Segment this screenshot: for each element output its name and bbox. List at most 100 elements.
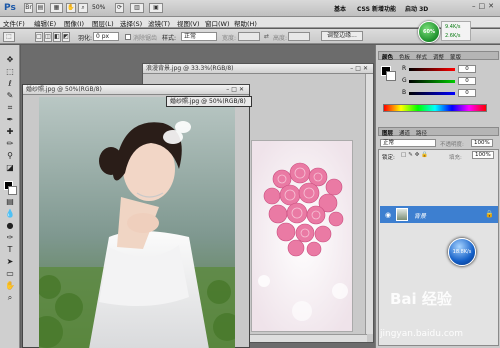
- height-label: 高度:: [273, 35, 288, 42]
- background-document-window-controls[interactable]: –□✕: [350, 65, 370, 72]
- workspace-essentials[interactable]: 基本: [334, 4, 346, 13]
- window-controls[interactable]: –□✕: [472, 2, 497, 10]
- height-input[interactable]: [288, 32, 310, 41]
- refine-edge-button[interactable]: 调整边缘...: [321, 31, 363, 41]
- vertical-scrollbar[interactable]: [365, 74, 373, 334]
- tab-paths[interactable]: 路径: [416, 129, 427, 137]
- opacity-label: 不透明度:: [440, 142, 464, 148]
- quick-select-tool-icon[interactable]: ✎: [3, 91, 17, 101]
- dodge-tool-icon[interactable]: ●: [3, 221, 17, 231]
- menu-filter[interactable]: 滤镜(T): [148, 18, 170, 28]
- eyedropper-tool-icon[interactable]: ✒: [3, 115, 17, 125]
- wedding-photo-document-window[interactable]: 婚纱照.jpg @ 50%(RGB/8) –□✕: [22, 84, 250, 348]
- color-background-swatch[interactable]: [386, 71, 396, 81]
- green-slider[interactable]: [409, 80, 455, 83]
- background-color-swatch[interactable]: [8, 186, 17, 195]
- blend-mode-select[interactable]: 正常: [380, 139, 436, 147]
- menu-view[interactable]: 视图(V): [177, 18, 200, 28]
- layer-row-background[interactable]: ◉ 背景 🔒: [380, 206, 498, 223]
- workspace-3d[interactable]: 启动 3D: [405, 4, 428, 13]
- green-value[interactable]: 0: [458, 77, 476, 85]
- bridge-icon[interactable]: Br: [24, 3, 33, 13]
- layer-name[interactable]: 背景: [414, 211, 426, 220]
- zoom-tool-icon[interactable]: ⌕: [78, 3, 88, 13]
- tab-color[interactable]: 颜色: [382, 53, 393, 61]
- intersect-selection-icon[interactable]: ◩: [62, 32, 70, 42]
- blue-value[interactable]: 0: [458, 89, 476, 97]
- red-slider[interactable]: [409, 68, 455, 71]
- network-usage-gauge[interactable]: 60%: [418, 21, 440, 43]
- menu-layer[interactable]: 图层(L): [92, 18, 114, 28]
- photo-document-window-controls[interactable]: –□✕: [226, 86, 246, 93]
- hand-tool-icon[interactable]: ✋: [66, 3, 76, 13]
- feather-label: 羽化:: [78, 35, 93, 42]
- wedding-photo-image[interactable]: [39, 97, 235, 348]
- width-input[interactable]: [238, 32, 260, 41]
- menu-select[interactable]: 选择(S): [120, 18, 142, 28]
- swap-icon[interactable]: ⇄: [264, 33, 269, 40]
- screen-mode-icon[interactable]: ▣: [149, 3, 163, 13]
- eraser-tool-icon[interactable]: ◪: [3, 163, 17, 173]
- pen-tool-icon[interactable]: ✑: [3, 233, 17, 243]
- eye-visibility-icon[interactable]: ◉: [383, 210, 393, 220]
- zoom-level[interactable]: 50%: [92, 4, 105, 11]
- layer-lock-icon: 🔒: [485, 210, 494, 218]
- tab-layers[interactable]: 图层: [382, 129, 393, 137]
- move-tool-icon[interactable]: ✥: [3, 55, 17, 65]
- arrange-documents-icon[interactable]: ▥: [130, 3, 144, 13]
- network-speed-ball[interactable]: 18.8K/s: [448, 238, 476, 266]
- marquee-tool-icon[interactable]: ⬚: [3, 67, 17, 77]
- tools-panel: ✥ ⬚ ℓ ✎ ⌗ ✒ ✚ ✏ ⚲ ◪ ▤ 💧 ● ✑ T ➤ ▭ ✋ ⌕: [0, 45, 20, 348]
- path-select-tool-icon[interactable]: ➤: [3, 257, 17, 267]
- rose-bouquet-image[interactable]: [251, 140, 353, 332]
- baidu-watermark: Bai 经验: [390, 290, 452, 308]
- brush-tool-icon[interactable]: ✏: [3, 139, 17, 149]
- menu-window[interactable]: 窗口(W): [205, 18, 230, 28]
- minibridge-icon[interactable]: ▤: [36, 3, 45, 13]
- color-panel-tabs: 颜色 色板 样式 调整 蒙版: [378, 51, 499, 61]
- shape-tool-icon[interactable]: ▭: [3, 269, 17, 279]
- opacity-input[interactable]: 100%: [471, 139, 493, 147]
- feather-input[interactable]: 0 px: [93, 32, 119, 41]
- view-extras-icon[interactable]: ▦: [50, 3, 63, 13]
- menu-edit[interactable]: 编辑(E): [34, 18, 56, 28]
- healing-brush-tool-icon[interactable]: ✚: [3, 127, 17, 137]
- add-selection-icon[interactable]: ◫: [44, 32, 52, 42]
- fill-label: 填充:: [449, 155, 462, 161]
- blur-tool-icon[interactable]: 💧: [3, 209, 17, 219]
- subtract-selection-icon[interactable]: ◧: [53, 32, 61, 42]
- bride-portrait-drawing: [39, 97, 235, 348]
- menu-file[interactable]: 文件(F): [3, 18, 25, 28]
- lasso-tool-icon[interactable]: ℓ: [3, 79, 17, 89]
- crop-tool-icon[interactable]: ⌗: [3, 103, 17, 113]
- menu-help[interactable]: 帮助(H): [234, 18, 257, 28]
- marquee-preset-icon[interactable]: ⬚: [3, 32, 15, 42]
- tab-channels[interactable]: 通道: [399, 129, 410, 137]
- red-channel-label: R: [402, 65, 407, 72]
- hand-tool-icon[interactable]: ✋: [3, 281, 17, 291]
- antialias-checkbox[interactable]: [125, 34, 131, 40]
- tab-masks[interactable]: 蒙版: [450, 53, 461, 61]
- tab-adjustments[interactable]: 调整: [433, 53, 444, 61]
- zoom-tool-icon[interactable]: ⌕: [3, 293, 17, 303]
- background-document-title[interactable]: 浪漫背景.jpg @ 33.3%(RGB/8): [143, 64, 373, 74]
- style-select[interactable]: 正常: [181, 32, 217, 41]
- menu-image[interactable]: 图像(I): [64, 18, 84, 28]
- workspace-new-in-cs5[interactable]: CSS 新增功能: [357, 4, 396, 13]
- tab-styles[interactable]: 样式: [416, 53, 427, 61]
- blue-slider[interactable]: [409, 92, 455, 95]
- red-value[interactable]: 0: [458, 65, 476, 73]
- lock-label: 锁定:: [382, 155, 395, 161]
- fill-input[interactable]: 100%: [472, 151, 494, 159]
- type-tool-icon[interactable]: T: [3, 245, 17, 255]
- tab-swatches[interactable]: 色板: [399, 53, 410, 61]
- new-selection-icon[interactable]: □: [35, 32, 43, 42]
- rotate-view-icon[interactable]: ⟳: [115, 3, 124, 13]
- clone-stamp-tool-icon[interactable]: ⚲: [3, 151, 17, 161]
- style-label: 样式:: [162, 35, 177, 42]
- photo-document-title[interactable]: 婚纱照.jpg @ 50%(RGB/8): [23, 85, 249, 95]
- color-spectrum-bar[interactable]: [383, 104, 487, 112]
- gradient-tool-icon[interactable]: ▤: [3, 197, 17, 207]
- antialias-label: 消除锯齿: [133, 35, 158, 42]
- lock-options-icon[interactable]: □✎✥🔒: [401, 152, 430, 158]
